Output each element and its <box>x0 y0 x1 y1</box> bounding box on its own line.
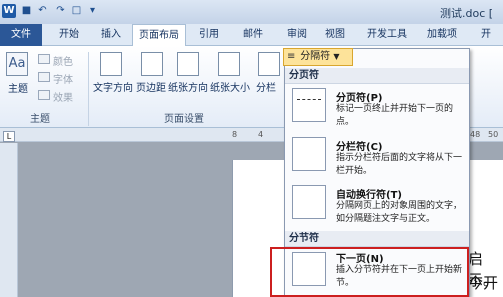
paper-size-icon[interactable] <box>218 52 240 76</box>
themes-button-label[interactable]: 主题 <box>8 80 28 95</box>
word-app-icon[interactable]: W <box>2 4 16 18</box>
page-setup-group-label: 页面设置 <box>164 114 204 125</box>
themes-icon[interactable]: Aa <box>6 52 28 76</box>
vertical-ruler <box>0 143 18 297</box>
page-break-description[interactable]: 标记一页终止并开始下一页的点。 <box>336 103 466 129</box>
tab-insert[interactable]: 插入 <box>94 24 128 46</box>
text-direction-icon[interactable] <box>100 52 122 76</box>
tab-view[interactable]: 视图 <box>318 24 352 46</box>
qat-dropdown-icon[interactable]: ▾ <box>86 4 99 17</box>
themes-group-label: 主题 <box>30 114 50 125</box>
column-break-title[interactable]: 分栏符(C) <box>336 138 382 153</box>
page-break-title[interactable]: 分页符(P) <box>336 89 382 104</box>
ruler-tick: 50 <box>488 130 499 139</box>
fonts-icon[interactable] <box>38 72 50 82</box>
chevron-down-icon: ▼ <box>333 52 340 61</box>
ruler-tick: 4 <box>258 130 264 139</box>
column-break-description[interactable]: 指示分栏符后面的文字将从下一栏开始。 <box>336 152 466 178</box>
tab-home[interactable]: 开始 <box>52 24 86 46</box>
title-bar: W ■ ↶ ↷ □ ▾ 测试.doc [ <box>0 0 503 24</box>
print-preview-icon[interactable]: □ <box>70 4 83 17</box>
tab-selector[interactable]: L <box>3 131 15 142</box>
page-breaks-section-header: 分页符 <box>285 68 469 84</box>
text-direction-button[interactable]: 文字方向 <box>93 79 133 94</box>
text-wrapping-break-description[interactable]: 分隔网页上的对象周围的文字，如分隔题注文字与正文。 <box>336 200 466 226</box>
save-icon[interactable]: ■ <box>20 4 33 17</box>
tab-references[interactable]: 引用 <box>192 24 226 46</box>
colors-icon[interactable] <box>38 54 50 64</box>
colors-label[interactable]: 颜色 <box>53 53 73 68</box>
redo-icon[interactable]: ↷ <box>54 4 67 17</box>
section-breaks-header: 分节符 <box>285 231 469 247</box>
effects-label[interactable]: 效果 <box>53 89 73 104</box>
group-divider <box>88 52 89 126</box>
text-wrapping-break-title[interactable]: 自动换行符(T) <box>336 186 402 201</box>
undo-icon[interactable]: ↶ <box>36 4 49 17</box>
margins-icon[interactable] <box>141 52 163 76</box>
tab-file[interactable]: 文件 <box>0 24 42 46</box>
ruler-tick: 48 <box>470 130 481 139</box>
orientation-button[interactable]: 纸张方向 <box>168 79 208 94</box>
columns-icon[interactable] <box>258 52 280 76</box>
ruler-tick: 8 <box>232 130 238 139</box>
paper-size-button[interactable]: 纸张大小 <box>210 79 250 94</box>
tab-review[interactable]: 审阅 <box>280 24 314 46</box>
fonts-label[interactable]: 字体 <box>53 71 73 86</box>
margins-button[interactable]: 页边距 <box>136 79 166 94</box>
text-wrapping-break-icon[interactable] <box>292 185 326 219</box>
document-text-line: 今开 <box>468 274 499 292</box>
effects-icon[interactable] <box>38 90 50 100</box>
tab-developer[interactable]: 开发工具 <box>360 24 414 46</box>
columns-button[interactable]: 分栏 <box>256 79 276 94</box>
ribbon-tab-bar: 文件 开始 插入 页面布局 引用 邮件 审阅 视图 开发工具 加载项 开 <box>0 24 503 47</box>
tab-page-layout[interactable]: 页面布局 <box>132 24 186 47</box>
tab-overflow[interactable]: 开 <box>474 24 498 46</box>
document-title: 测试.doc [ <box>440 7 494 20</box>
page-break-icon[interactable] <box>292 88 326 122</box>
red-highlight-box <box>270 247 469 297</box>
orientation-icon[interactable] <box>177 52 199 76</box>
column-break-icon[interactable] <box>292 137 326 171</box>
breaks-icon: ≡ <box>287 51 296 62</box>
breaks-button[interactable]: ≡ 分隔符 ▼ <box>283 48 353 66</box>
tab-mailings[interactable]: 邮件 <box>236 24 270 46</box>
tab-addins[interactable]: 加载项 <box>420 24 464 46</box>
breaks-button-label: 分隔符 <box>300 51 331 62</box>
